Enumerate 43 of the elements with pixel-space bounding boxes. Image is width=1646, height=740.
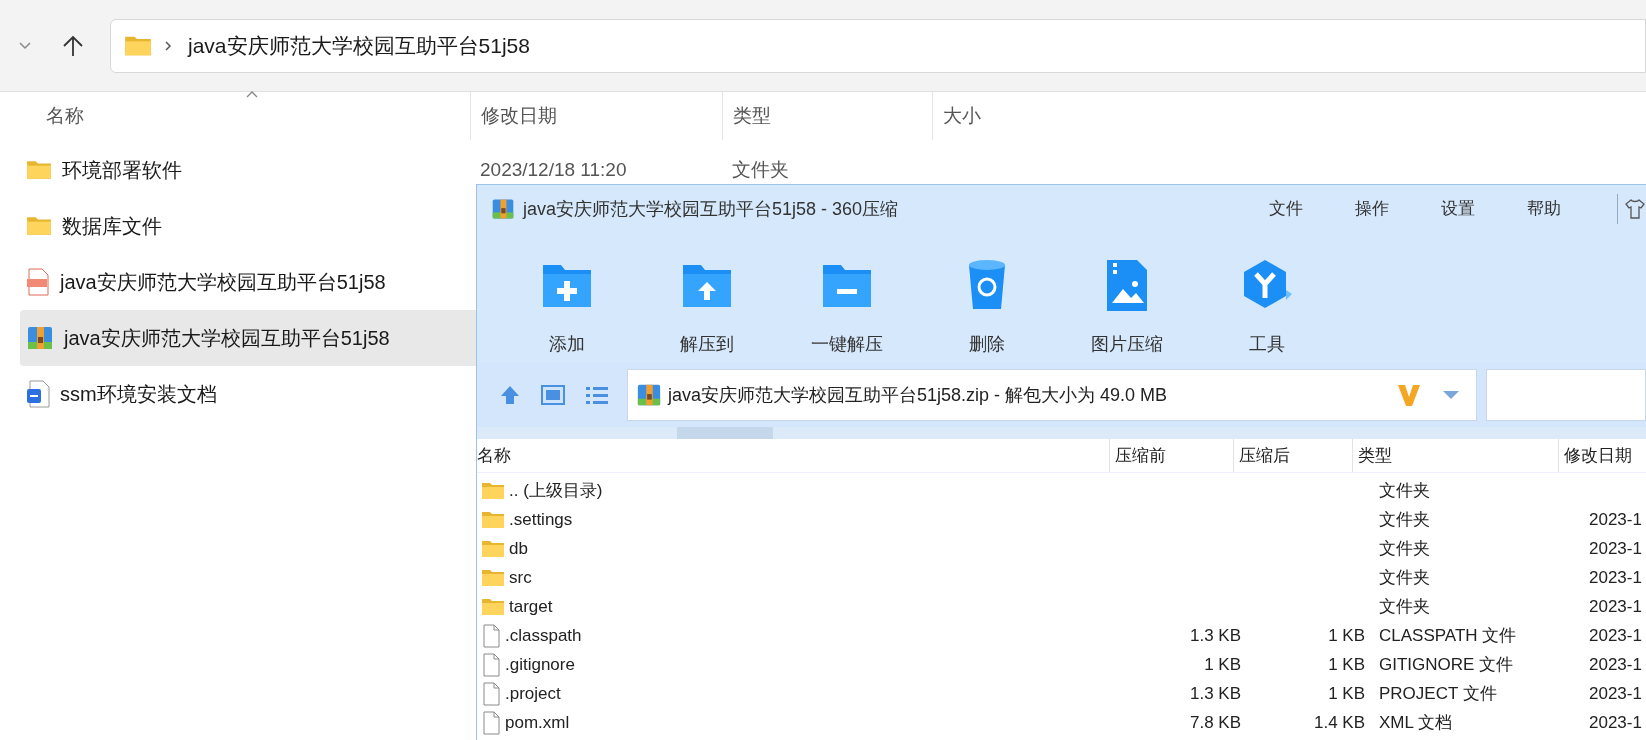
file-name: java安庆师范大学校园互助平台51j58 — [60, 270, 386, 295]
date-text: 2023-1 — [1589, 625, 1642, 645]
window-title: java安庆师范大学校园互助平台51j58 - 360压缩 — [523, 197, 899, 221]
date-text: 2023-1 — [1589, 712, 1642, 732]
date-text: 2023-1 — [1589, 683, 1642, 703]
file-name: 数据库文件 — [62, 214, 162, 239]
file-name: db — [509, 537, 528, 560]
size-text: 1 KB — [1328, 653, 1365, 676]
file-name: .project — [505, 682, 561, 705]
size-text: 1.3 KB — [1189, 682, 1241, 705]
file-name: .settings — [509, 508, 573, 531]
size-text: 1.3 KB — [1189, 624, 1241, 647]
date-text: 2023-1 — [1589, 567, 1642, 587]
file-name: target — [509, 595, 553, 618]
size-text: 1 KB — [1328, 682, 1365, 705]
size-text: 1.4 KB — [1313, 711, 1365, 734]
type-text: 文件夹 — [1379, 596, 1430, 616]
type-text: 文件夹 — [1379, 538, 1430, 558]
type-text: XML 文档 — [1379, 712, 1453, 732]
type-text: PROJECT 文件 — [1379, 683, 1497, 703]
file-name: .. (上级目录) — [509, 479, 603, 502]
type-text: 文件夹 — [1379, 509, 1430, 529]
file-name: src — [509, 566, 532, 589]
file-name: .classpath — [505, 624, 582, 647]
file-name: ssm环境安装文档 — [60, 382, 217, 407]
type-text: 文件夹 — [1379, 567, 1430, 587]
date-text: 2023-1 — [1589, 538, 1642, 558]
address-path: java安庆师范大学校园互助平台51j58 — [188, 32, 530, 59]
date-text: 2023-1 — [1589, 596, 1642, 616]
file-name: pom.xml — [505, 711, 570, 734]
type-text: 文件夹 — [1379, 480, 1430, 500]
type-text: GITIGNORE 文件 — [1379, 654, 1514, 674]
file-name: .gitignore — [505, 653, 575, 676]
type-text: CLASSPATH 文件 — [1379, 625, 1517, 645]
size-text: 1 KB — [1204, 653, 1241, 676]
date-text: 2023-1 — [1589, 654, 1642, 674]
file-name: 环境部署软件 — [62, 158, 182, 183]
date-text: 2023-1 — [1589, 509, 1642, 529]
date-text: 2023/12/18 11:20 — [479, 157, 628, 182]
size-text: 1 KB — [1328, 624, 1365, 647]
file-name: java安庆师范大学校园互助平台51j58 — [64, 326, 390, 351]
size-text: 7.8 KB — [1189, 711, 1241, 734]
type-text: 文件夹 — [731, 157, 789, 182]
